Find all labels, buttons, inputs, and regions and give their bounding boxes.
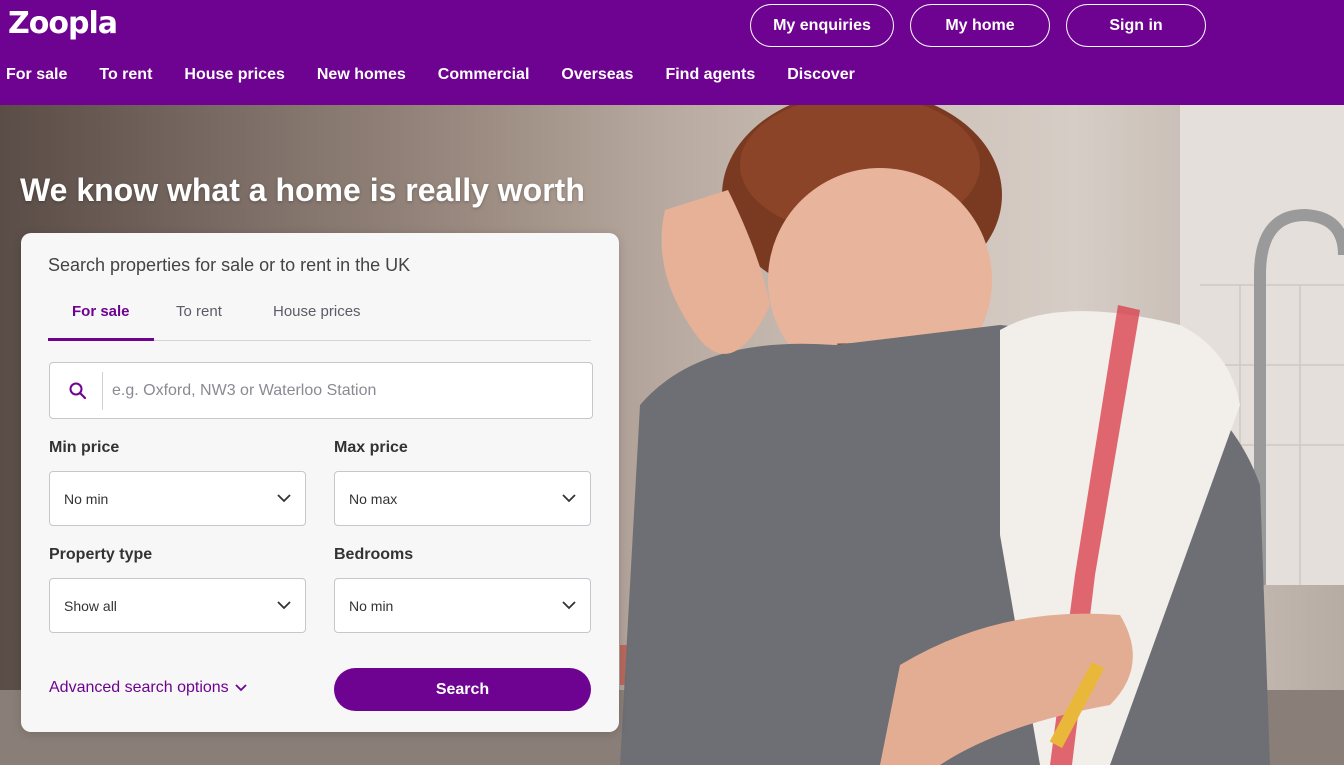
max-price-select[interactable]: No max [334,471,591,526]
bedrooms-value: No min [349,598,394,614]
tab-for-sale[interactable]: For sale [48,303,154,341]
chevron-down-icon [562,494,576,503]
max-price-value: No max [349,491,398,507]
nav-overseas[interactable]: Overseas [561,66,633,88]
bedrooms-label: Bedrooms [334,546,414,563]
tab-house-prices[interactable]: House prices [249,303,385,341]
chevron-down-icon [235,684,247,692]
max-price-label: Max price [334,439,408,456]
hero-title: We know what a home is really worth [20,172,585,208]
nav-commercial[interactable]: Commercial [438,66,530,88]
sign-in-button[interactable]: Sign in [1066,4,1206,47]
property-type-label: Property type [49,546,153,563]
chevron-down-icon [277,601,291,610]
chevron-down-icon [562,601,576,610]
main-nav: For sale To rent House prices New homes … [0,66,887,88]
tab-to-rent[interactable]: To rent [152,303,246,341]
search-tabs: For sale To rent House prices [48,295,591,341]
my-enquiries-button[interactable]: My enquiries [750,4,894,47]
nav-to-rent[interactable]: To rent [99,66,152,88]
min-price-select[interactable]: No min [49,471,306,526]
chevron-down-icon [277,494,291,503]
nav-for-sale[interactable]: For sale [6,66,67,88]
advanced-search-toggle[interactable]: Advanced search options [49,679,247,697]
my-home-button[interactable]: My home [910,4,1050,47]
site-header: Zoopla My enquiries My home Sign in For … [0,0,1344,105]
location-search-input[interactable] [112,363,582,418]
zoopla-logo[interactable]: Zoopla [8,6,118,41]
advanced-search-label: Advanced search options [49,679,229,696]
min-price-label: Min price [49,439,120,456]
location-search-box[interactable] [49,362,593,419]
property-type-select[interactable]: Show all [49,578,306,633]
search-divider [102,372,103,410]
search-card-heading: Search properties for sale or to rent in… [48,255,411,275]
nav-find-agents[interactable]: Find agents [665,66,755,88]
property-type-value: Show all [64,598,117,614]
search-card: Search properties for sale or to rent in… [21,233,619,732]
search-icon [68,381,88,401]
search-button[interactable]: Search [334,668,591,711]
nav-new-homes[interactable]: New homes [317,66,406,88]
nav-house-prices[interactable]: House prices [184,66,284,88]
min-price-value: No min [64,491,109,507]
bedrooms-select[interactable]: No min [334,578,591,633]
nav-discover[interactable]: Discover [787,66,855,88]
